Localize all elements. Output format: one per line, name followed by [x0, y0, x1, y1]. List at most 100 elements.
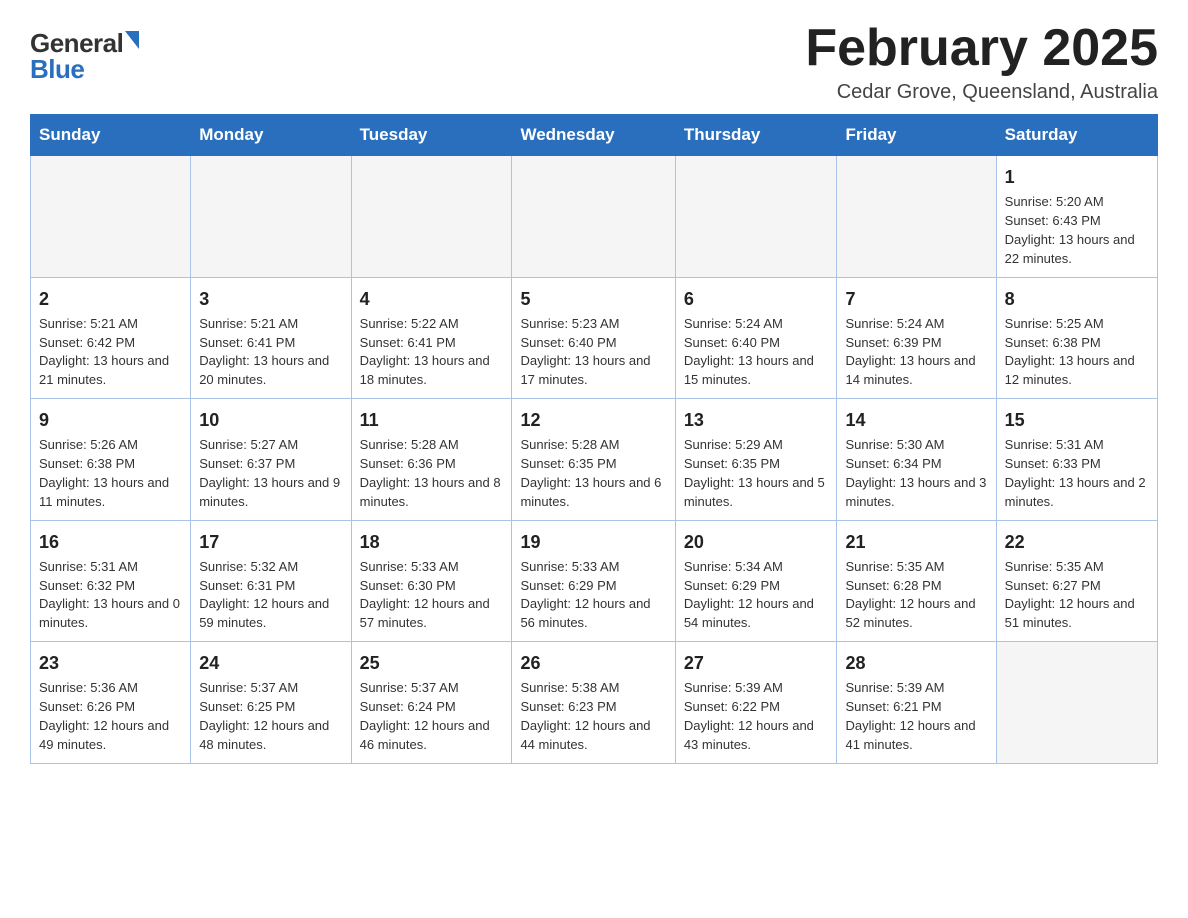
col-monday: Monday	[191, 115, 351, 156]
day-info: Sunrise: 5:22 AMSunset: 6:41 PMDaylight:…	[360, 315, 504, 390]
calendar-week-row: 23 Sunrise: 5:36 AMSunset: 6:26 PMDayligh…	[31, 642, 1158, 763]
day-number: 28	[845, 650, 987, 676]
day-number: 1	[1005, 164, 1149, 190]
day-number: 21	[845, 529, 987, 555]
table-row: 13 Sunrise: 5:29 AMSunset: 6:35 PMDayligh…	[675, 399, 837, 520]
day-info: Sunrise: 5:33 AMSunset: 6:30 PMDaylight:…	[360, 558, 504, 633]
day-number: 17	[199, 529, 342, 555]
day-info: Sunrise: 5:31 AMSunset: 6:33 PMDaylight:…	[1005, 436, 1149, 511]
day-number: 4	[360, 286, 504, 312]
logo-blue: Blue	[30, 56, 84, 82]
day-info: Sunrise: 5:27 AMSunset: 6:37 PMDaylight:…	[199, 436, 342, 511]
day-info: Sunrise: 5:24 AMSunset: 6:40 PMDaylight:…	[684, 315, 829, 390]
day-info: Sunrise: 5:26 AMSunset: 6:38 PMDaylight:…	[39, 436, 182, 511]
day-info: Sunrise: 5:28 AMSunset: 6:36 PMDaylight:…	[360, 436, 504, 511]
day-number: 13	[684, 407, 829, 433]
table-row: 6Sunrise: 5:24 AMSunset: 6:40 PMDaylight…	[675, 277, 837, 398]
table-row	[512, 156, 675, 277]
table-row: 21 Sunrise: 5:35 AMSunset: 6:28 PMDayligh…	[837, 520, 996, 641]
table-row: 16 Sunrise: 5:31 AMSunset: 6:32 PMDayligh…	[31, 520, 191, 641]
logo: General Blue	[30, 20, 139, 82]
day-info: Sunrise: 5:34 AMSunset: 6:29 PMDaylight:…	[684, 558, 829, 633]
day-number: 19	[520, 529, 666, 555]
day-info: Sunrise: 5:37 AMSunset: 6:24 PMDaylight:…	[360, 679, 504, 754]
day-info: Sunrise: 5:29 AMSunset: 6:35 PMDaylight:…	[684, 436, 829, 511]
calendar-table: Sunday Monday Tuesday Wednesday Thursday…	[30, 114, 1158, 763]
table-row: 22 Sunrise: 5:35 AMSunset: 6:27 PMDayligh…	[996, 520, 1157, 641]
day-info: Sunrise: 5:36 AMSunset: 6:26 PMDaylight:…	[39, 679, 182, 754]
day-number: 20	[684, 529, 829, 555]
day-info: Sunrise: 5:32 AMSunset: 6:31 PMDaylight:…	[199, 558, 342, 633]
title-block: February 2025 Cedar Grove, Queensland, A…	[805, 20, 1158, 104]
day-number: 12	[520, 407, 666, 433]
day-info: Sunrise: 5:21 AMSunset: 6:41 PMDaylight:…	[199, 315, 342, 390]
col-tuesday: Tuesday	[351, 115, 512, 156]
table-row: 3 Sunrise: 5:21 AMSunset: 6:41 PMDaylight…	[191, 277, 351, 398]
col-friday: Friday	[837, 115, 996, 156]
table-row	[191, 156, 351, 277]
table-row	[351, 156, 512, 277]
day-number: 8	[1005, 286, 1149, 312]
logo-general: General	[30, 30, 123, 56]
col-saturday: Saturday	[996, 115, 1157, 156]
day-number: 11	[360, 407, 504, 433]
day-info: Sunrise: 5:35 AMSunset: 6:27 PMDaylight:…	[1005, 558, 1149, 633]
table-row: 9 Sunrise: 5:26 AMSunset: 6:38 PMDaylight…	[31, 399, 191, 520]
day-info: Sunrise: 5:39 AMSunset: 6:22 PMDaylight:…	[684, 679, 829, 754]
day-number: 9	[39, 407, 182, 433]
table-row: 19Sunrise: 5:33 AMSunset: 6:29 PMDayligh…	[512, 520, 675, 641]
day-info: Sunrise: 5:20 AMSunset: 6:43 PMDaylight:…	[1005, 193, 1149, 268]
table-row: 26Sunrise: 5:38 AMSunset: 6:23 PMDayligh…	[512, 642, 675, 763]
table-row: 14 Sunrise: 5:30 AMSunset: 6:34 PMDayligh…	[837, 399, 996, 520]
day-info: Sunrise: 5:35 AMSunset: 6:28 PMDaylight:…	[845, 558, 987, 633]
day-number: 5	[520, 286, 666, 312]
calendar-header-row: Sunday Monday Tuesday Wednesday Thursday…	[31, 115, 1158, 156]
table-row: 4 Sunrise: 5:22 AMSunset: 6:41 PMDaylight…	[351, 277, 512, 398]
calendar-week-row: 2 Sunrise: 5:21 AMSunset: 6:42 PMDaylight…	[31, 277, 1158, 398]
col-wednesday: Wednesday	[512, 115, 675, 156]
day-info: Sunrise: 5:31 AMSunset: 6:32 PMDaylight:…	[39, 558, 182, 633]
day-number: 23	[39, 650, 182, 676]
day-info: Sunrise: 5:21 AMSunset: 6:42 PMDaylight:…	[39, 315, 182, 390]
day-number: 22	[1005, 529, 1149, 555]
day-info: Sunrise: 5:25 AMSunset: 6:38 PMDaylight:…	[1005, 315, 1149, 390]
day-info: Sunrise: 5:37 AMSunset: 6:25 PMDaylight:…	[199, 679, 342, 754]
table-row	[837, 156, 996, 277]
day-info: Sunrise: 5:30 AMSunset: 6:34 PMDaylight:…	[845, 436, 987, 511]
table-row: 27 Sunrise: 5:39 AMSunset: 6:22 PMDayligh…	[675, 642, 837, 763]
day-number: 27	[684, 650, 829, 676]
table-row: 25 Sunrise: 5:37 AMSunset: 6:24 PMDayligh…	[351, 642, 512, 763]
day-info: Sunrise: 5:28 AMSunset: 6:35 PMDaylight:…	[520, 436, 666, 511]
day-number: 25	[360, 650, 504, 676]
day-number: 2	[39, 286, 182, 312]
day-number: 24	[199, 650, 342, 676]
day-number: 3	[199, 286, 342, 312]
table-row: 11 Sunrise: 5:28 AMSunset: 6:36 PMDayligh…	[351, 399, 512, 520]
table-row: 1 Sunrise: 5:20 AMSunset: 6:43 PMDaylight…	[996, 156, 1157, 277]
day-info: Sunrise: 5:24 AMSunset: 6:39 PMDaylight:…	[845, 315, 987, 390]
day-number: 14	[845, 407, 987, 433]
day-info: Sunrise: 5:38 AMSunset: 6:23 PMDaylight:…	[520, 679, 666, 754]
day-number: 15	[1005, 407, 1149, 433]
table-row: 10Sunrise: 5:27 AMSunset: 6:37 PMDayligh…	[191, 399, 351, 520]
day-info: Sunrise: 5:39 AMSunset: 6:21 PMDaylight:…	[845, 679, 987, 754]
day-number: 7	[845, 286, 987, 312]
table-row: 7 Sunrise: 5:24 AMSunset: 6:39 PMDaylight…	[837, 277, 996, 398]
day-number: 18	[360, 529, 504, 555]
table-row: 8 Sunrise: 5:25 AMSunset: 6:38 PMDaylight…	[996, 277, 1157, 398]
table-row: 28 Sunrise: 5:39 AMSunset: 6:21 PMDayligh…	[837, 642, 996, 763]
header: General Blue February 2025 Cedar Grove, …	[30, 20, 1158, 104]
table-row: 2 Sunrise: 5:21 AMSunset: 6:42 PMDaylight…	[31, 277, 191, 398]
table-row: 5 Sunrise: 5:23 AMSunset: 6:40 PMDaylight…	[512, 277, 675, 398]
table-row: 18 Sunrise: 5:33 AMSunset: 6:30 PMDayligh…	[351, 520, 512, 641]
day-info: Sunrise: 5:23 AMSunset: 6:40 PMDaylight:…	[520, 315, 666, 390]
logo-arrow-icon	[125, 31, 139, 49]
table-row: 12 Sunrise: 5:28 AMSunset: 6:35 PMDayligh…	[512, 399, 675, 520]
table-row: 15 Sunrise: 5:31 AMSunset: 6:33 PMDayligh…	[996, 399, 1157, 520]
calendar-week-row: 16 Sunrise: 5:31 AMSunset: 6:32 PMDayligh…	[31, 520, 1158, 641]
day-number: 16	[39, 529, 182, 555]
table-row	[31, 156, 191, 277]
table-row: 23 Sunrise: 5:36 AMSunset: 6:26 PMDayligh…	[31, 642, 191, 763]
table-row: 17 Sunrise: 5:32 AMSunset: 6:31 PMDayligh…	[191, 520, 351, 641]
table-row	[675, 156, 837, 277]
